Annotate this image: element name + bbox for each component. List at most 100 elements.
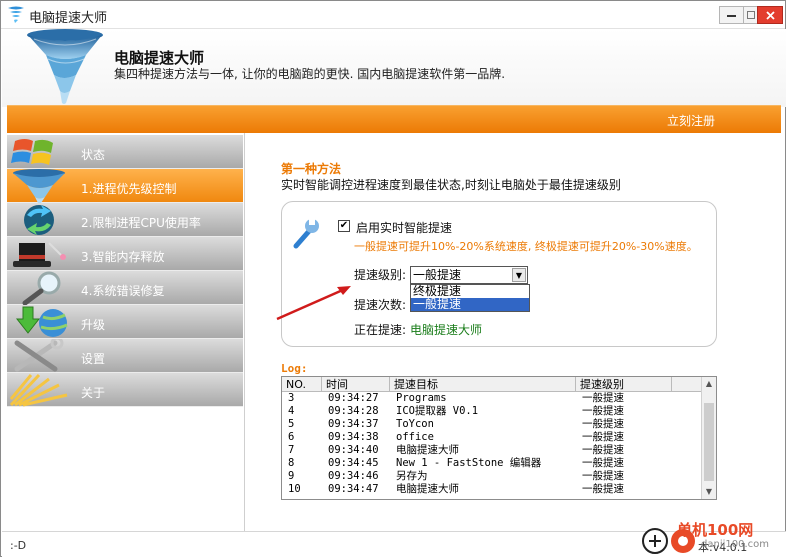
maximize-icon — [746, 11, 755, 19]
table-row[interactable]: 7 09:34:40 电脑提速大师 一般提速 — [282, 444, 702, 457]
column-header-time[interactable]: 时间 — [322, 377, 390, 392]
register-link[interactable]: 立刻注册 — [667, 112, 715, 129]
level-dropdown-list: 终极提速 一般提速 — [410, 284, 530, 312]
chevron-down-icon[interactable]: ▼ — [512, 268, 526, 282]
table-cell: 3 — [288, 392, 295, 404]
close-icon — [765, 10, 775, 20]
top-orange-bar: 立刻注册 — [7, 105, 781, 133]
table-cell: 7 — [288, 444, 295, 456]
red-arrow-annotation — [276, 286, 351, 321]
table-cell: 一般提速 — [582, 470, 624, 482]
magnifier-icon — [22, 271, 61, 305]
table-cell: 10 — [288, 483, 301, 495]
table-cell: ICO提取器 V0.1 — [396, 405, 479, 417]
sidebar-item-about[interactable]: 关于 — [7, 373, 243, 407]
app-header: 电脑提速大师 集四种提速方法与一体, 让你的电脑跑的更快. 国内电脑提速软件第一… — [2, 29, 786, 107]
enable-realtime-label[interactable]: 启用实时智能提速 — [356, 219, 452, 236]
scroll-down-icon[interactable]: ▼ — [702, 485, 716, 499]
level-label: 提速级别: — [354, 268, 407, 282]
level-option-selected[interactable]: 一般提速 — [411, 298, 529, 311]
sidebar-item-label: 1.进程优先级控制 — [81, 182, 177, 196]
table-cell: 一般提速 — [582, 431, 624, 443]
table-row[interactable]: 4 09:34:28 ICO提取器 V0.1 一般提速 — [282, 405, 702, 418]
scroll-up-icon[interactable]: ▲ — [702, 377, 716, 391]
table-cell: 09:34:40 — [328, 444, 379, 456]
table-cell: 电脑提速大师 — [396, 483, 459, 495]
scroll-thumb[interactable] — [704, 403, 714, 481]
enable-realtime-checkbox[interactable]: ✔ — [338, 220, 350, 232]
sidebar-item-status[interactable]: 状态 — [7, 135, 243, 169]
sidebar-item-memory-release[interactable]: 3.智能内存释放 — [7, 237, 243, 271]
sidebar-item-label: 升级 — [81, 318, 106, 332]
window-title: 电脑提速大师 — [29, 11, 108, 26]
tornado-logo-icon — [27, 29, 103, 104]
column-header-level[interactable]: 提速级别 — [576, 377, 672, 392]
sidebar-item-cpu-limit[interactable]: 2.限制进程CPU使用率 — [7, 203, 243, 237]
magic-hat-icon — [13, 242, 66, 267]
table-cell: Programs — [396, 392, 447, 404]
table-cell: 09:34:27 — [328, 392, 379, 404]
table-cell: 6 — [288, 431, 295, 443]
log-table-body: 3 09:34:27 Programs 一般提速 4 09:34:28 ICO提取器 V0.… — [282, 392, 702, 496]
table-cell: 一般提速 — [582, 483, 624, 495]
table-cell: 一般提速 — [582, 457, 624, 469]
table-cell: 8 — [288, 457, 295, 469]
table-row[interactable]: 5 09:34:37 ToYcon 一般提速 — [282, 418, 702, 431]
table-cell: 一般提速 — [582, 444, 624, 456]
sidebar-item-system-repair[interactable]: 4.系统错误修复 — [7, 271, 243, 305]
column-header-target[interactable]: 提速目标 — [390, 377, 576, 392]
level-select[interactable]: 一般提速 ▼ — [410, 266, 528, 284]
maximize-button[interactable] — [743, 6, 758, 24]
sidebar: 状态 1.进程优先级控制 2.限制进程CPU使用率 3.智能内存释放 4.系统错… — [7, 133, 245, 531]
table-cell: 09:34:47 — [328, 483, 379, 495]
method-title: 第一种方法 — [281, 162, 342, 176]
table-cell: 一般提速 — [582, 418, 624, 430]
close-button[interactable] — [757, 6, 783, 24]
table-cell: 5 — [288, 418, 295, 430]
table-cell: 一般提速 — [582, 392, 624, 404]
log-scrollbar[interactable]: ▲ ▼ — [701, 377, 716, 499]
tornado-icon — [13, 169, 65, 203]
table-row[interactable]: 10 09:34:47 电脑提速大师 一般提速 — [282, 483, 702, 496]
table-cell: office — [396, 431, 434, 443]
table-cell: 4 — [288, 405, 295, 417]
sidebar-item-label: 状态 — [81, 148, 106, 162]
title-bar: 电脑提速大师 — [1, 1, 785, 29]
sidebar-item-process-priority[interactable]: 1.进程优先级控制 — [7, 169, 243, 203]
table-cell: 09:34:38 — [328, 431, 379, 443]
wrench-icon — [293, 219, 319, 249]
watermark-url: danji100.com — [701, 539, 769, 550]
table-row[interactable]: 6 09:34:38 office 一般提速 — [282, 431, 702, 444]
status-text: :-D — [10, 539, 27, 552]
minimize-button[interactable] — [719, 6, 744, 24]
now-label: 正在提速: — [354, 323, 407, 337]
table-row[interactable]: 8 09:34:45 New 1 - FastStone 编辑器 一般提速 — [282, 457, 702, 470]
table-cell: 一般提速 — [582, 405, 624, 417]
recycle-arrows-icon — [24, 205, 54, 235]
column-header-no[interactable]: NO. — [282, 377, 322, 392]
table-cell: 另存为 — [396, 470, 428, 482]
sidebar-item-upgrade[interactable]: 升级 — [7, 305, 243, 339]
speed-hint: 一般提速可提升10%-20%系统速度, 终极提速可提升20%-30%速度。 — [354, 240, 698, 253]
sidebar-item-label: 2.限制进程CPU使用率 — [81, 216, 201, 230]
sidebar-item-label: 关于 — [81, 386, 106, 400]
log-table[interactable]: NO. 时间 提速目标 提速级别 3 09:34:27 Programs 一般提速 4 0… — [281, 376, 717, 500]
sidebar-item-settings[interactable]: 设置 — [7, 339, 243, 373]
watermark-site-name: 单机100网 — [677, 521, 754, 539]
times-label: 提速次数: — [354, 298, 407, 312]
table-cell: 09:34:28 — [328, 405, 379, 417]
table-cell: New 1 - FastStone 编辑器 — [396, 457, 542, 469]
now-value: 电脑提速大师 — [410, 323, 483, 337]
table-cell: 电脑提速大师 — [396, 444, 459, 456]
tools-icon — [14, 339, 64, 372]
table-cell: 09:34:45 — [328, 457, 379, 469]
table-row[interactable]: 3 09:34:27 Programs 一般提速 — [282, 392, 702, 405]
table-cell: ToYcon — [396, 418, 434, 430]
app-window: 电脑提速大师 电脑提速大师 集四种提速方法与一体, 让你的电脑跑的更快. 国内电… — [0, 0, 786, 557]
settings-panel: ✔ 启用实时智能提速 一般提速可提升10%-20%系统速度, 终极提速可提升20… — [281, 201, 717, 347]
table-cell: 09:34:37 — [328, 418, 379, 430]
table-row[interactable]: 9 09:34:46 另存为 一般提速 — [282, 470, 702, 483]
minimize-icon — [727, 14, 736, 17]
table-cell: 09:34:46 — [328, 470, 379, 482]
checkmark-icon: ✔ — [339, 220, 349, 231]
